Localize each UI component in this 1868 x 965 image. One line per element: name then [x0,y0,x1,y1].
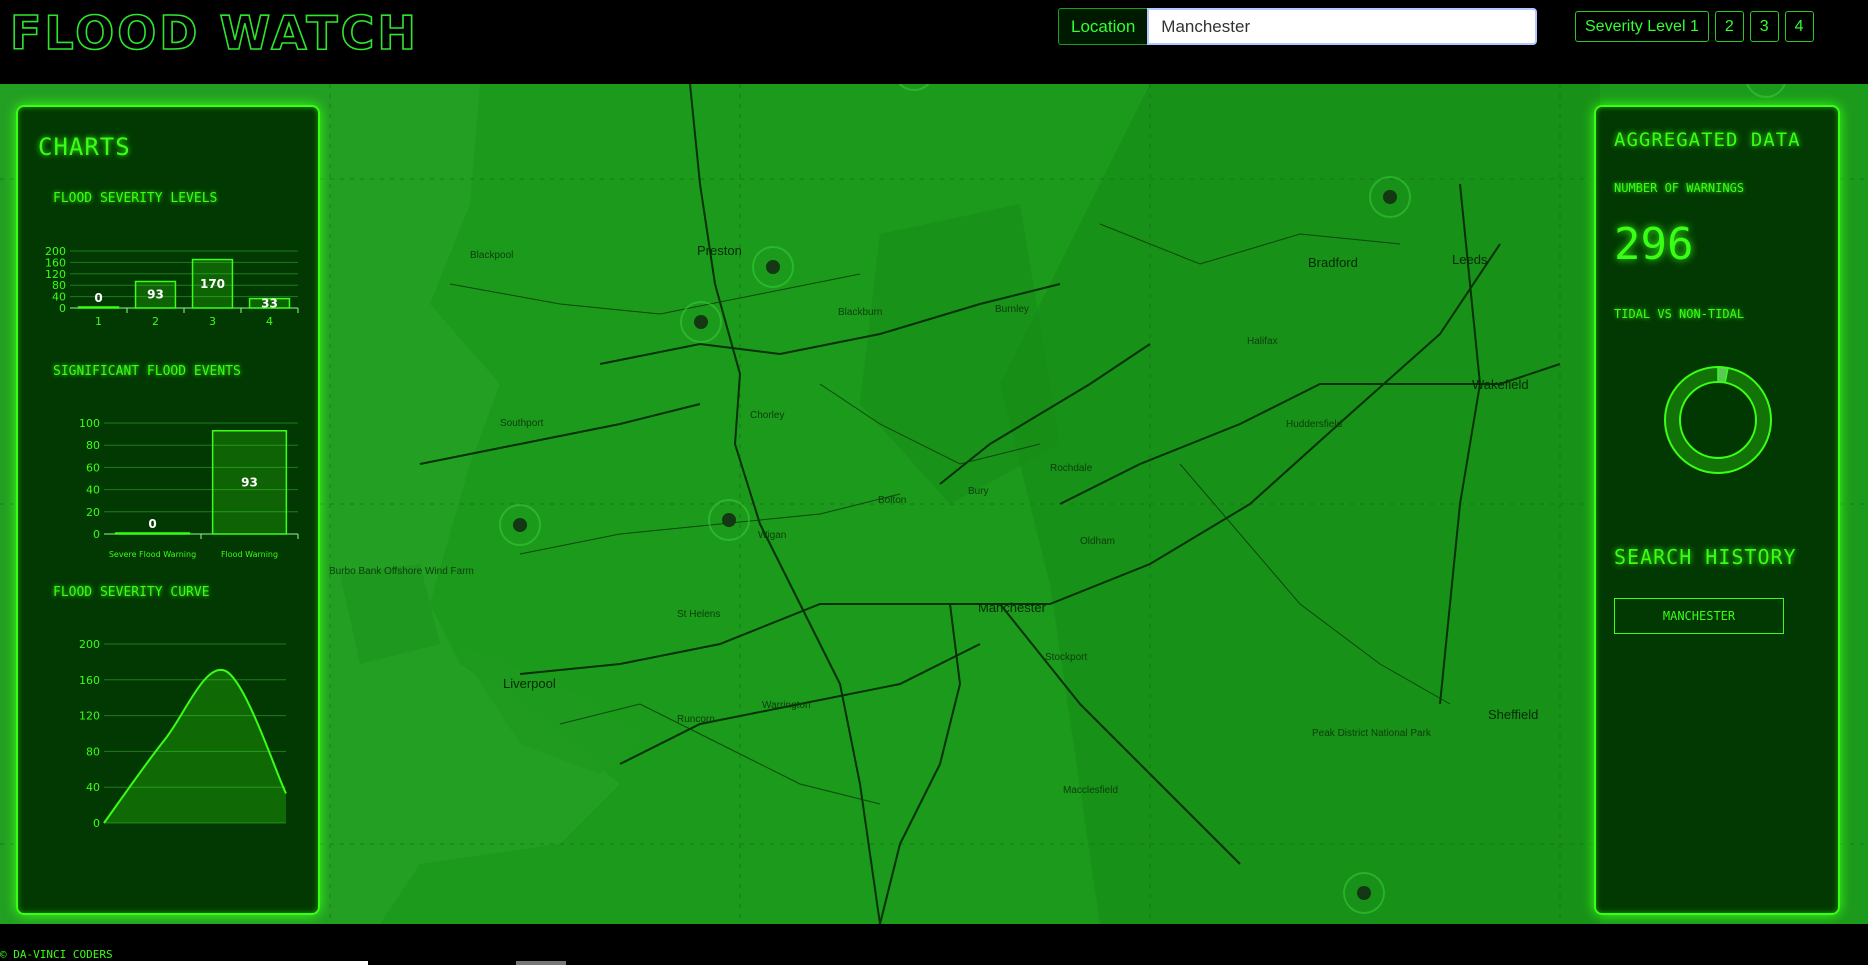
map-label-liverpool: Liverpool [503,676,556,691]
bar-value-label: 33 [261,296,278,310]
location-search: Location [1058,8,1538,45]
map-label-preston: Preston [697,243,742,258]
severity-level-4-button[interactable]: 4 [1784,11,1814,42]
map-label-leeds: Leeds [1452,252,1488,267]
map-label-sheffield: Sheffield [1488,707,1538,722]
scrollbar-thumb[interactable] [516,961,566,965]
search-history-title: SEARCH HISTORY [1614,545,1797,569]
severity-curve-title: FLOOD SEVERITY CURVE [53,585,210,600]
bar-value-label: 93 [147,288,164,302]
warnings-count: 296 [1614,219,1694,270]
x-tick-label: 1 [95,315,102,328]
x-tick-label: 3 [209,315,216,328]
map-label-stockport: Stockport [1045,652,1087,663]
y-tick-label: 0 [93,817,100,827]
map-label-bolton: Bolton [878,495,906,506]
map-label-bury: Bury [968,486,989,497]
y-tick-label: 200 [45,245,66,258]
significant-events-title: SIGNIFICANT FLOOD EVENTS [53,364,241,379]
map-label-rochdale: Rochdale [1050,463,1093,474]
charts-title: CHARTS [38,133,131,161]
x-tick-label: 4 [266,315,273,328]
bar [77,306,120,309]
map-label-huddersfield: Huddersfield [1286,419,1342,430]
severity-level-2-button[interactable]: 2 [1714,11,1744,42]
aggregated-title: AGGREGATED DATA [1614,129,1801,151]
y-tick-label: 120 [45,268,66,281]
map-label-macclesfield: Macclesfield [1063,785,1118,796]
y-tick-label: 60 [86,461,100,474]
y-tick-label: 120 [79,710,100,723]
y-tick-label: 100 [79,417,100,430]
map-label-oldham: Oldham [1080,536,1115,547]
bar-value-label: 170 [200,277,225,291]
severity-levels-chart: 0 40 80 120 160 200 0 1 93 2 170 3 33 4 [38,233,303,332]
y-tick-label: 40 [52,291,66,304]
x-tick-label: 2 [152,315,159,328]
y-tick-label: 40 [86,484,100,497]
bar-value-label: 93 [241,475,258,489]
map-label-blackpool: Blackpool [470,250,513,261]
charts-panel: CHARTS FLOOD SEVERITY LEVELS 0 40 80 120 160… [16,105,320,915]
location-label: Location [1058,8,1148,45]
map-label-wakefield: Wakefield [1472,377,1529,392]
map-label-manchester: Manchester [978,600,1047,615]
map-label-wigan: Wigan [758,530,786,541]
footer: © DA-VINCI CODERS [0,924,1868,965]
header-bar: FLOOD WATCH Location Severity Level 1 2 … [0,0,1868,84]
bar-value-label: 0 [148,517,156,531]
significant-events-chart: 0 20 40 60 80 100 0 Severe Flood Warning 93 Flood… [38,404,303,568]
map-label-southport: Southport [500,418,544,429]
y-tick-label: 80 [86,745,100,758]
map-label-runcorn: Runcorn [677,714,715,725]
map-label-st-helens: St Helens [677,609,720,620]
map-label-halifax: Halifax [1247,336,1278,347]
y-tick-label: 160 [79,674,100,687]
warnings-label: NUMBER OF WARNINGS [1614,181,1745,195]
severity-levels-title: FLOOD SEVERITY LEVELS [53,191,218,206]
footer-bar [0,961,368,965]
severity-level-3-button[interactable]: 3 [1749,11,1779,42]
severity-level-1-button[interactable]: Severity Level 1 [1575,11,1709,42]
tidal-donut-chart [1651,353,1785,491]
aggregated-panel: AGGREGATED DATA NUMBER OF WARNINGS 296 T… [1594,105,1840,915]
map-label-burnley: Burnley [995,304,1029,315]
footer-credit: © DA-VINCI CODERS [0,948,113,961]
y-tick-label: 40 [86,781,100,794]
tidal-label: TIDAL VS NON-TIDAL [1614,307,1745,321]
map-label-blackburn: Blackburn [838,307,882,318]
severity-curve-chart: 04080120160200Level 1Level 2Level 3Level… [38,627,303,849]
bar-value-label: 0 [94,291,102,305]
map-label-warrington: Warrington [762,700,811,711]
map-label-wind-farm: Burbo Bank Offshore Wind Farm [329,566,474,577]
map-label-bradford: Bradford [1308,255,1358,270]
severity-filter: Severity Level 1 2 3 4 [1575,11,1814,42]
x-tick-label: Severe Flood Warning [109,550,196,559]
app-title: FLOOD WATCH [9,5,419,61]
x-tick-label: Flood Warning [221,550,278,559]
donut-hole [1679,381,1757,459]
y-tick-label: 200 [79,638,100,651]
map-label-peak-district: Peak District National Park [1312,728,1432,739]
y-tick-label: 20 [86,506,100,519]
y-tick-label: 0 [93,528,100,541]
y-tick-label: 80 [86,439,100,452]
y-tick-label: 160 [45,256,66,269]
search-history-item[interactable]: Manchester [1614,598,1784,634]
location-input[interactable] [1147,8,1538,45]
map-label-chorley: Chorley [750,410,784,421]
y-tick-label: 0 [59,302,66,315]
y-tick-label: 80 [52,279,66,292]
bar [114,532,191,535]
